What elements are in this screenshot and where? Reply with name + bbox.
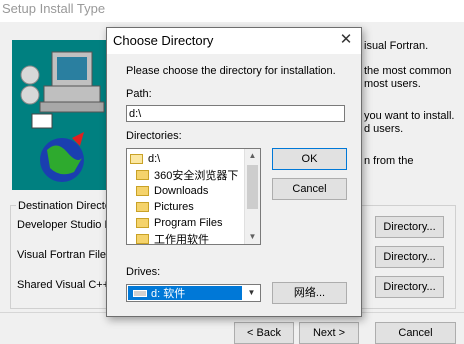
list-item[interactable]: 360安全浏览器下: [136, 167, 238, 183]
background-title: Setup Install Type: [2, 1, 106, 16]
background-text-line: you want to install.: [364, 110, 455, 122]
list-item[interactable]: d:\: [130, 151, 160, 167]
path-input[interactable]: [126, 105, 345, 122]
dialog-cancel-label: Cancel: [292, 183, 327, 195]
background-titlebar: Setup Install Type: [0, 0, 464, 23]
background-text-line: most users.: [364, 78, 421, 90]
background-text-line: n from the: [364, 155, 414, 167]
drive-selected-label: d: 软件: [151, 288, 186, 300]
scroll-down-icon[interactable]: ▼: [245, 230, 260, 244]
path-label: Path:: [126, 88, 152, 100]
dialog-instruction: Please choose the directory for installa…: [126, 65, 336, 77]
folder-icon: [136, 234, 149, 244]
shared-visual-cpp-label: Shared Visual C++: [17, 279, 110, 291]
drives-label: Drives:: [126, 266, 161, 278]
shared-visual-cpp-directory-button[interactable]: Directory...: [375, 276, 444, 298]
directories-label: Directories:: [126, 130, 182, 142]
drives-dropdown[interactable]: d: 软件 ▼: [126, 284, 261, 302]
drive-selected: d: 软件: [128, 286, 242, 300]
directory-name: Program Files: [154, 217, 223, 229]
list-item[interactable]: 工作用软件: [136, 231, 209, 245]
ok-button-label: OK: [301, 153, 318, 165]
dialog-cancel-button[interactable]: Cancel: [272, 178, 347, 200]
scrollbar-thumb[interactable]: [247, 165, 258, 209]
back-button-label: < Back: [247, 327, 281, 339]
folder-icon: [136, 218, 149, 228]
list-item[interactable]: Pictures: [136, 199, 194, 215]
back-button[interactable]: < Back: [234, 322, 294, 344]
folder-icon: [136, 170, 149, 180]
background-text-line: d users.: [364, 123, 404, 135]
directory-button-label: Directory...: [383, 251, 436, 263]
destination-directory-legend: Destination Directo: [16, 200, 113, 212]
directory-button-label: Directory...: [383, 221, 436, 233]
visual-fortran-files-label: Visual Fortran Files:: [17, 249, 115, 261]
dialog-title: Choose Directory: [113, 33, 214, 48]
close-icon[interactable]: ✕: [337, 31, 355, 49]
network-button[interactable]: 网络...: [272, 282, 347, 304]
next-button-label: Next >: [312, 327, 346, 339]
choose-directory-dialog: Choose Directory ✕ Please choose the dir…: [106, 27, 362, 317]
dialog-titlebar: Choose Directory ✕: [107, 28, 361, 54]
developer-studio-directory-button[interactable]: Directory...: [375, 216, 444, 238]
next-button[interactable]: Next >: [299, 322, 359, 344]
directory-name: Pictures: [154, 201, 194, 213]
list-item[interactable]: Program Files: [136, 215, 222, 231]
computer-illustration-icon: [20, 51, 105, 182]
directory-name: 360安全浏览器下: [154, 170, 239, 182]
folder-icon: [136, 202, 149, 212]
visual-fortran-directory-button[interactable]: Directory...: [375, 246, 444, 268]
directory-button-label: Directory...: [383, 281, 436, 293]
directory-name: 工作用软件: [154, 234, 209, 245]
folder-icon: [136, 186, 149, 196]
background-text-line: the most common: [364, 65, 452, 77]
list-item[interactable]: Downloads: [136, 183, 208, 199]
directory-name: d:\: [148, 153, 161, 165]
directories-scrollbar[interactable]: ▲ ▼: [244, 149, 260, 244]
open-folder-icon: [130, 154, 143, 164]
setup-artwork: [12, 40, 107, 190]
scroll-up-icon[interactable]: ▲: [245, 149, 260, 163]
background-text-line: isual Fortran.: [364, 40, 429, 52]
developer-studio-label: Developer Studio F: [17, 219, 112, 231]
ok-button[interactable]: OK: [272, 148, 347, 170]
drive-icon: [133, 289, 147, 297]
directory-name: Downloads: [154, 185, 209, 197]
directories-list[interactable]: d:\ 360安全浏览器下 Downloads Pictures Program…: [126, 148, 261, 245]
background-cancel-label: Cancel: [398, 327, 433, 339]
chevron-down-icon[interactable]: ▼: [243, 285, 260, 301]
network-button-label: 网络...: [293, 287, 326, 299]
background-cancel-button[interactable]: Cancel: [375, 322, 456, 344]
